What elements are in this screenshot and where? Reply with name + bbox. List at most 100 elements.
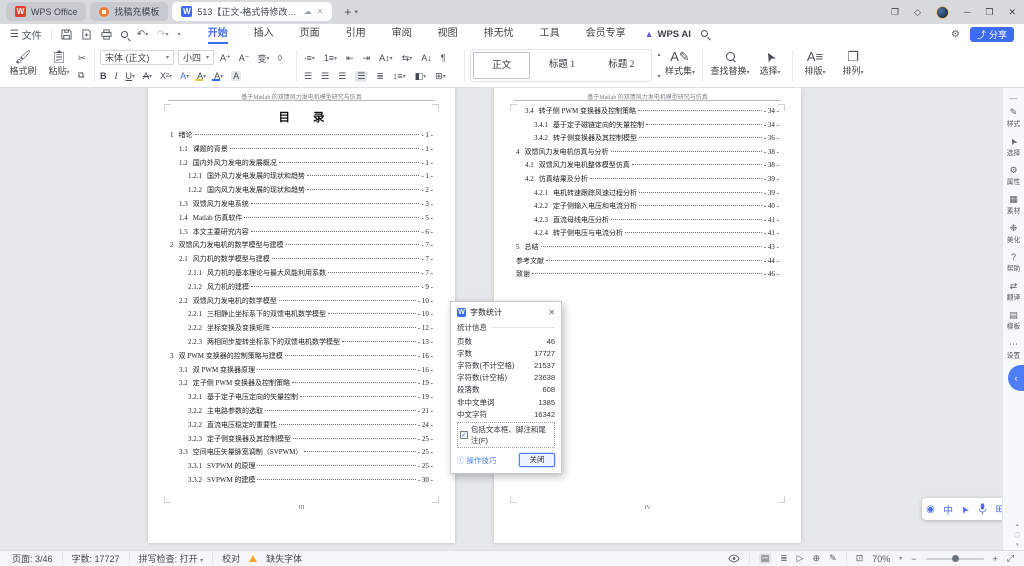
- paste-button[interactable]: 📋︎ 粘贴▾: [42, 49, 76, 79]
- style-set-button[interactable]: A✎ 样式集▾: [662, 49, 698, 79]
- print-icon[interactable]: [101, 28, 112, 40]
- sidebar-item-翻译[interactable]: ⇄ 翻译: [1006, 281, 1021, 303]
- menu-开始[interactable]: 开始: [195, 24, 241, 44]
- apps-grid-icon[interactable]: ⊞: [995, 504, 1002, 515]
- sidebar-collapse-icon[interactable]: —: [1010, 94, 1018, 103]
- format-painter-button[interactable]: 🖌︎ 格式刷: [6, 49, 40, 77]
- italic-button[interactable]: I: [115, 71, 118, 81]
- page-view-icon[interactable]: ▤: [758, 553, 772, 564]
- sidebar-item-样式[interactable]: ✎ 样式: [1006, 107, 1021, 129]
- zoom-chevron-icon[interactable]: ▾: [899, 555, 902, 562]
- toc-entry[interactable]: 3.3.2 SVPWM 的建模 - 30 -: [170, 475, 433, 489]
- font-color-button[interactable]: A ▾: [212, 71, 223, 81]
- sidebar-item-素材[interactable]: ▦ 素材: [1006, 194, 1021, 216]
- borders-icon[interactable]: ⊞ ▾: [435, 71, 446, 82]
- skin-icon[interactable]: ◇: [914, 7, 921, 18]
- next-page-icon[interactable]: ▾: [1016, 542, 1019, 548]
- font-size-combo[interactable]: 小四 ▾: [178, 50, 214, 65]
- page-3[interactable]: 基于Matlab 的双馈风力发电机模型研究与仿真 目 录 1 绪论 - 1 -1.1…: [148, 88, 455, 543]
- proofread-button[interactable]: 校对: [222, 552, 240, 565]
- zoom-slider[interactable]: [925, 555, 984, 562]
- formatting-marks-icon[interactable]: ¶: [441, 53, 446, 63]
- toc-entry[interactable]: 致谢 - 46 -: [516, 269, 779, 283]
- char-scale-icon[interactable]: A↕ ▾: [379, 53, 393, 63]
- workspace-icon[interactable]: ❐: [891, 7, 899, 18]
- toc-entry[interactable]: 3.3 空间电压矢量脉宽调制（SVPWM） - 25 -: [170, 447, 433, 461]
- toc-entry[interactable]: 3.4.2 转子侧变换器及其控制模型 - 36 -: [516, 133, 779, 147]
- toc-entry[interactable]: 1.4 Matlab 仿真软件 - 5 -: [170, 213, 433, 227]
- translate-zhong-icon[interactable]: 中: [943, 502, 953, 517]
- zoom-slider-thumb[interactable]: [951, 555, 959, 562]
- select-button[interactable]: ➤ 选择▾: [754, 49, 786, 79]
- toc-entry[interactable]: 1.2.2 国内风力发电发展的现状和趋势 - 2 -: [170, 185, 433, 199]
- toc-entry[interactable]: 1.2.1 国外风力发电发展的现状和趋势 - 1 -: [170, 171, 433, 185]
- file-menu[interactable]: ☰ 文件: [10, 27, 42, 42]
- arrange-button[interactable]: ❐ 排列▾: [836, 49, 870, 79]
- toc-entry[interactable]: 3.4.1 基于定子磁链定向的矢量控制 - 34 -: [516, 120, 779, 134]
- tips-link[interactable]: ⓘ 操作技巧: [457, 455, 497, 466]
- align-justify-icon[interactable]: ☰: [355, 70, 368, 82]
- toc-entry[interactable]: 4.2 仿真结果及分析 - 39 -: [516, 174, 779, 188]
- dialog-close-button[interactable]: 关闭: [519, 453, 555, 468]
- tab-list-chevron-icon[interactable]: ▾: [354, 8, 358, 16]
- align-left-icon[interactable]: ☰: [304, 71, 312, 82]
- close-tab-icon[interactable]: ✕: [317, 7, 324, 16]
- indent-icon[interactable]: ⇥: [363, 53, 371, 64]
- gallery-down-icon[interactable]: ▾: [657, 73, 660, 80]
- spellcheck-status[interactable]: 拼写检查: 打开 ▾: [139, 552, 204, 565]
- toc-entry[interactable]: 2.2.3 两相同步旋转坐标系下的双馈电机数学模型 - 13 -: [170, 337, 433, 351]
- toc-entry[interactable]: 2.1 风力机的数学模型与建模 - 7 -: [170, 254, 433, 268]
- toc-entry[interactable]: 1.3 双馈风力发电系统 - 3 -: [170, 199, 433, 213]
- font-name-combo[interactable]: 宋体 (正文) ▾: [100, 50, 174, 65]
- toc-entry[interactable]: 3.2.3 定子侧变换器及其控制模型 - 25 -: [170, 434, 433, 448]
- toc-entry[interactable]: 2 双馈风力发电机的数学模型与建模 - 7 -: [170, 240, 433, 254]
- quickbar-more-icon[interactable]: ▾: [178, 31, 181, 38]
- menu-审阅[interactable]: 审阅: [379, 24, 425, 44]
- toc-entry[interactable]: 2.2.2 坐标变换及变换矩阵 - 12 -: [170, 323, 433, 337]
- menu-工具[interactable]: 工具: [527, 24, 573, 44]
- dialog-close-icon[interactable]: ✕: [548, 308, 555, 317]
- align-right-icon[interactable]: ☰: [338, 71, 346, 82]
- read-mode-icon[interactable]: ▷: [797, 553, 804, 564]
- sidebar-item-选择[interactable]: ➤ 选择: [1006, 136, 1021, 158]
- cut-icon[interactable]: ✂: [78, 53, 86, 64]
- share-button[interactable]: ⤴ 分享: [969, 26, 1014, 42]
- toc-entry[interactable]: 2.2.1 三相静止坐标系下的双馈电机数学模型 - 10 -: [170, 309, 433, 323]
- toc-entry[interactable]: 1 绪论 - 1 -: [170, 130, 433, 144]
- toc-entry[interactable]: 1.5 本文主要研究内容 - 6 -: [170, 227, 433, 241]
- toc-entry[interactable]: 3.2 定子侧 PWM 变换器及控制策略 - 19 -: [170, 378, 433, 392]
- distribute-icon[interactable]: ≣: [376, 71, 384, 82]
- menu-引用[interactable]: 引用: [333, 24, 379, 44]
- page-indicator[interactable]: 页面: 3/46: [12, 552, 53, 565]
- underline-button[interactable]: U ▾: [126, 71, 136, 81]
- microphone-icon[interactable]: [978, 503, 987, 515]
- pointer-icon[interactable]: ➤: [959, 503, 973, 516]
- sidebar-item-模板[interactable]: ▤ 模板: [1006, 310, 1021, 332]
- toc-entry[interactable]: 1.1 课题的背景 - 1 -: [170, 144, 433, 158]
- save-icon[interactable]: [61, 28, 72, 40]
- menu-插入[interactable]: 插入: [241, 24, 287, 44]
- minimize-button[interactable]: ─: [964, 7, 970, 17]
- sort-icon[interactable]: A↓: [421, 53, 432, 63]
- sidebar-item-帮助[interactable]: ? 帮助: [1006, 252, 1021, 274]
- eye-protection-icon[interactable]: [727, 554, 740, 563]
- sidebar-item-美化[interactable]: ❉ 美化: [1006, 223, 1021, 245]
- char-shading-button[interactable]: A: [231, 71, 242, 81]
- browse-object-icon[interactable]: ◯: [1014, 532, 1020, 538]
- sidebar-item-属性[interactable]: ⚙ 属性: [1006, 165, 1021, 187]
- restore-button[interactable]: ❐: [985, 7, 993, 18]
- fit-page-icon[interactable]: ⊡: [856, 553, 864, 564]
- toc-entry[interactable]: 3.4 转子侧 PWM 变换器及控制策略 - 34 -: [516, 106, 779, 120]
- toc-entry[interactable]: 3.2.1 基于定子电压定向的矢量控制 - 19 -: [170, 392, 433, 406]
- include-textboxes-checkbox[interactable]: ✓ 包括文本框、脚注和尾注(F): [457, 422, 555, 449]
- previous-page-icon[interactable]: ▴: [1016, 522, 1019, 528]
- zoom-level[interactable]: 70%: [872, 554, 890, 564]
- toc-entry[interactable]: 1.2 国内外风力发电的发展概况 - 1 -: [170, 158, 433, 172]
- fullscreen-icon[interactable]: ⤢: [1007, 553, 1014, 564]
- wps-assistant-icon[interactable]: ◉: [926, 504, 935, 515]
- outline-view-icon[interactable]: ≣: [780, 553, 788, 564]
- toc-entry[interactable]: 4.2.2 定子侧输入电压和电流分析 - 40 -: [516, 201, 779, 215]
- close-button[interactable]: ✕: [1008, 7, 1016, 18]
- tab-wps-office[interactable]: W WPS Office: [6, 2, 87, 21]
- style-chip-0[interactable]: 正文: [473, 52, 531, 79]
